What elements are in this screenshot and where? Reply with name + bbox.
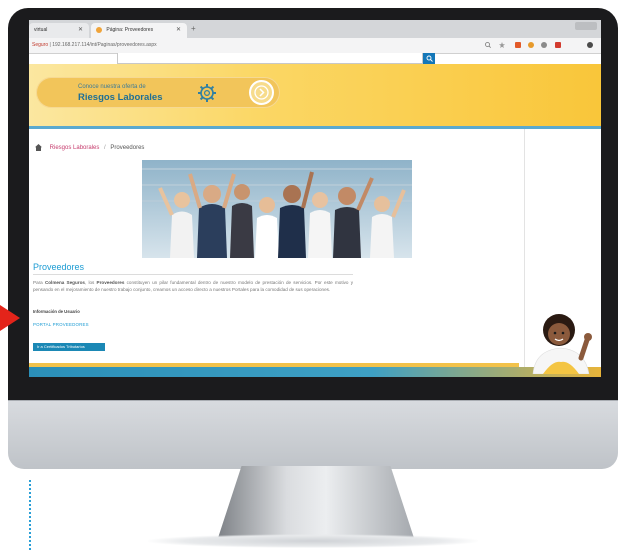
extension-icon[interactable]: [528, 42, 534, 48]
tab-label: Página: Proveedores: [106, 27, 154, 33]
search-input[interactable]: [117, 53, 423, 64]
star-icon[interactable]: [499, 42, 505, 48]
monitor-chin: [8, 400, 618, 469]
arrow-right-circle-icon: [254, 85, 269, 100]
footer-band: [29, 367, 601, 377]
security-label: Seguro: [32, 42, 49, 48]
page-title: Proveedores: [33, 262, 85, 272]
promo-banner[interactable]: Conoce nuestra oferta de Riesgos Laboral…: [29, 64, 601, 126]
pointer-arrow-icon: [0, 305, 20, 331]
new-tab-button[interactable]: +: [191, 24, 196, 34]
breadcrumb-separator: /: [104, 145, 106, 152]
url-text: 192.168.217.114/int/Paginas/proveedores.…: [52, 42, 157, 48]
close-tab-icon[interactable]: ✕: [176, 23, 181, 38]
favicon-icon: [96, 26, 102, 33]
title-divider: [33, 274, 353, 275]
hero-image: [142, 160, 412, 258]
monitor-screen: virtual ✕ Página: Proveedores ✕ + Seguro…: [29, 20, 601, 377]
gear-icon: [198, 84, 216, 102]
providers-word: Proveedores: [96, 280, 125, 285]
browser-tabbar: virtual ✕ Página: Proveedores ✕ +: [29, 20, 601, 38]
company-name: Colmena Seguros: [44, 280, 85, 285]
tab-virtual[interactable]: virtual ✕: [29, 23, 89, 38]
zoom-icon[interactable]: [485, 42, 491, 48]
extension-icon[interactable]: [555, 42, 561, 48]
intro-text-mid: , los: [84, 280, 97, 285]
banner-divider: [29, 126, 601, 129]
banner-line2: Riesgos Laborales: [78, 92, 163, 103]
extension-icon[interactable]: [541, 42, 547, 48]
user-info-label: Información de Usuario: [33, 309, 80, 314]
window-controls[interactable]: [575, 22, 597, 30]
virtual-assistant-avatar[interactable]: [523, 300, 601, 374]
address-text[interactable]: Seguro | 192.168.217.114/int/Paginas/pro…: [32, 38, 157, 53]
home-icon[interactable]: [35, 144, 42, 151]
promo-pill[interactable]: Conoce nuestra oferta de Riesgos Laboral…: [36, 77, 280, 108]
extension-icon[interactable]: [515, 42, 521, 48]
tab-proveedores[interactable]: Página: Proveedores ✕: [91, 23, 187, 38]
monitor-base: [148, 534, 478, 548]
search-icon: [426, 55, 433, 62]
tab-label: virtual: [34, 27, 48, 33]
tax-certificates-button[interactable]: Ir a Certificados Tributarios: [33, 343, 105, 351]
intro-text: Para: [33, 280, 45, 285]
close-tab-icon[interactable]: ✕: [78, 23, 83, 38]
breadcrumb: Riesgos Laborales / Proveedores: [35, 144, 144, 151]
search-button[interactable]: [423, 53, 435, 64]
banner-arrow-button[interactable]: [249, 80, 274, 105]
portal-providers-link[interactable]: PORTAL PROVEEDORES: [33, 322, 89, 327]
address-bar[interactable]: Seguro | 192.168.217.114/int/Paginas/pro…: [29, 38, 601, 54]
intro-paragraph: Para Colmena Seguros, los Proveedores co…: [33, 279, 353, 293]
profile-avatar[interactable]: [587, 42, 593, 48]
banner-line1: Conoce nuestra oferta de: [78, 84, 146, 90]
breadcrumb-current: Proveedores: [110, 145, 145, 152]
dotted-guide-line: [29, 480, 31, 550]
breadcrumb-link-riesgos[interactable]: Riesgos Laborales: [50, 145, 100, 151]
monitor-stand: [218, 466, 414, 538]
